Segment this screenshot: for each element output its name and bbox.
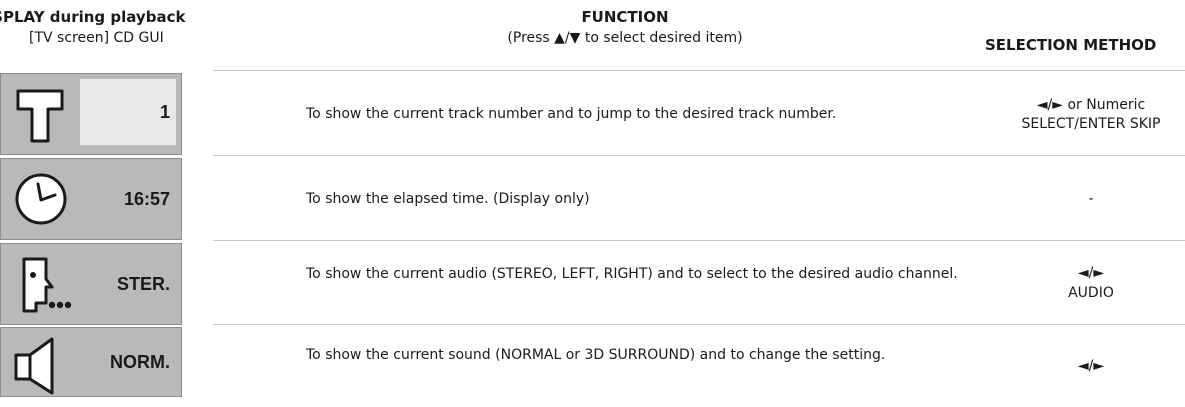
- gui-panel-time: 16:57: [0, 158, 182, 240]
- time-function-text: To show the elapsed time. (Display only): [306, 191, 590, 207]
- row-separator: [213, 155, 1185, 156]
- audio-function-text: To show the current audio (STEREO, LEFT,…: [306, 266, 958, 282]
- sound-selection-method: ◄/►: [1077, 358, 1105, 374]
- row-separator: [213, 324, 1185, 325]
- clock-icon: [10, 164, 72, 234]
- track-function-text: To show the current track number and to …: [306, 106, 837, 122]
- track-icon: [10, 79, 72, 149]
- sound-function-text: To show the current sound (NORMAL or 3D …: [306, 347, 886, 363]
- time-selection-method: -: [1088, 191, 1094, 207]
- gui-panel-sound: NORM.: [0, 327, 182, 397]
- track-selection-line1: ◄/► or Numeric: [1036, 97, 1146, 113]
- gui-panel-audio: STER.: [0, 243, 182, 325]
- selection-method-column-title: SELECTION METHOD: [985, 36, 1157, 54]
- row-separator: [213, 70, 1185, 71]
- gui-column-subtitle: [TV screen] CD GUI: [29, 30, 164, 46]
- track-number-value: 1: [159, 102, 170, 122]
- sound-mode-value: NORM.: [110, 352, 170, 372]
- audio-selection-line1: ◄/►: [1077, 265, 1105, 281]
- audio-speaking-icon: [10, 249, 72, 319]
- track-number-field: 1: [80, 79, 176, 145]
- function-column-title: FUNCTION: [581, 8, 669, 26]
- audio-selection-line2: AUDIO: [1068, 285, 1114, 301]
- gui-panel-track: 1: [0, 73, 182, 155]
- gui-column-title: s DISPLAY during playback: [0, 8, 186, 26]
- row-separator: [213, 240, 1185, 241]
- audio-channel-value: STER.: [116, 274, 170, 294]
- speaker-icon: [10, 333, 72, 403]
- elapsed-time-value: 16:57: [123, 189, 170, 209]
- function-column-subtitle: (Press ▲/▼ to select desired item): [507, 30, 743, 46]
- track-selection-line2: SELECT/ENTER SKIP: [1021, 116, 1161, 132]
